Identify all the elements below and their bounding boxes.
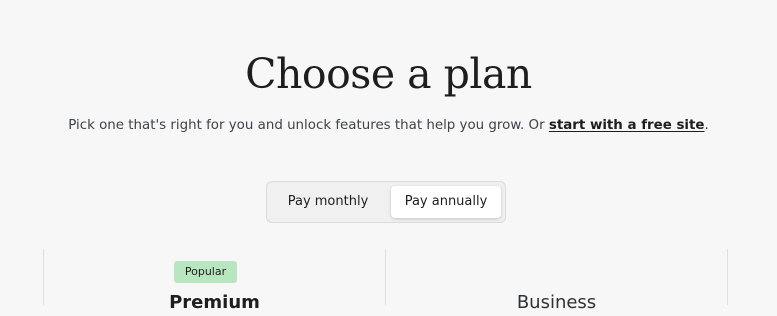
pay-annually-option[interactable]: Pay annually xyxy=(391,186,501,218)
plan-column-divider-right xyxy=(727,249,728,305)
pay-monthly-option[interactable]: Pay monthly xyxy=(271,186,385,218)
plan-selection-page: Choose a plan Pick one that's right for … xyxy=(0,0,777,313)
plan-name-premium: Premium xyxy=(169,292,260,313)
page-subtitle: Pick one that's right for you and unlock… xyxy=(0,116,777,136)
plan-name-business: Business xyxy=(516,292,597,313)
popular-badge: Popular xyxy=(174,261,237,283)
page-title: Choose a plan xyxy=(245,50,532,98)
subtitle-period: . xyxy=(704,118,709,133)
subtitle-text: Pick one that's right for you and unlock… xyxy=(68,118,549,133)
billing-period-toggle: Pay monthly Pay annually xyxy=(266,181,506,223)
start-free-site-link[interactable]: start with a free site xyxy=(549,118,705,133)
